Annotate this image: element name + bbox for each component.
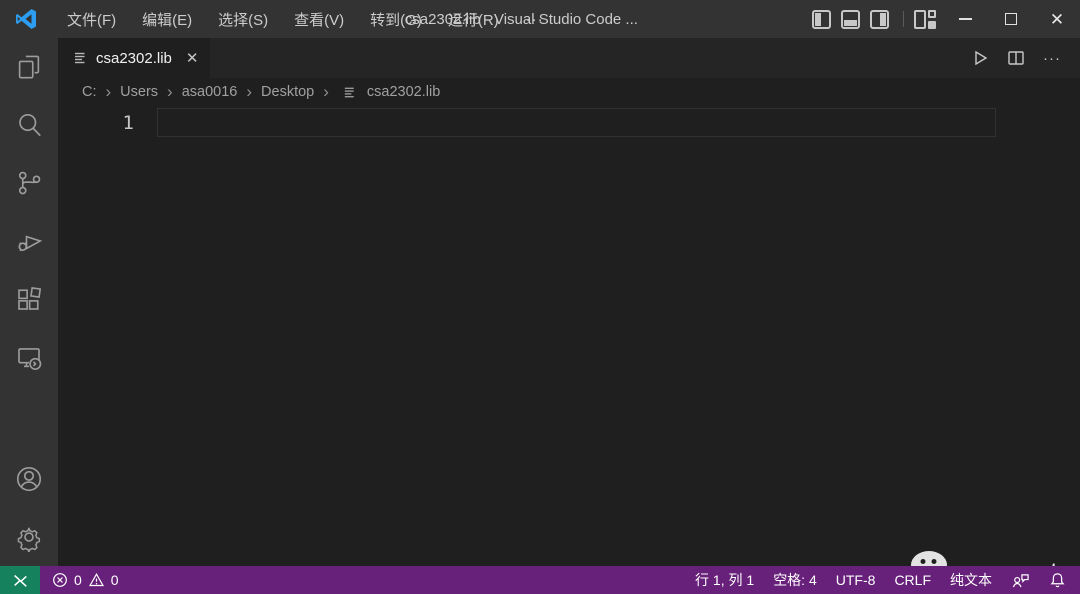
current-line-highlight	[157, 108, 996, 137]
titlebar-separator	[903, 11, 904, 27]
editor-actions: ···	[966, 38, 1080, 78]
toggle-secondary-sidebar-icon[interactable]	[870, 10, 889, 29]
encoding-status[interactable]: UTF-8	[836, 572, 876, 588]
editor-region: csa2302.lib ✕ ··· C: › Users › asa0016 ›…	[58, 38, 1080, 566]
close-button[interactable]: ✕	[1034, 0, 1080, 38]
run-file-icon[interactable]	[966, 44, 994, 72]
vscode-logo-icon	[14, 7, 38, 31]
breadcrumb-desktop[interactable]: Desktop	[259, 84, 316, 100]
editor-content[interactable]: 1	[58, 106, 1080, 566]
activity-bar	[0, 38, 58, 566]
split-editor-icon[interactable]	[1002, 44, 1030, 72]
toggle-primary-sidebar-icon[interactable]	[812, 10, 831, 29]
status-bar-right: 行 1, 列 1 空格: 4 UTF-8 CRLF 纯文本	[695, 570, 1080, 590]
vscode-window: 文件(F) 编辑(E) 选择(S) 查看(V) 转到(G) 运行(R) ··· …	[0, 0, 1080, 594]
notifications-bell-icon[interactable]	[1049, 571, 1066, 589]
errors-count: 0	[74, 572, 82, 588]
remote-explorer-icon[interactable]	[0, 328, 58, 386]
minimize-icon	[959, 18, 972, 20]
title-bar: 文件(F) 编辑(E) 选择(S) 查看(V) 转到(G) 运行(R) ··· …	[0, 0, 1080, 38]
titlebar-controls: ✕	[812, 0, 1080, 38]
breadcrumb-users[interactable]: Users	[118, 84, 160, 100]
breadcrumb-separator: ›	[164, 83, 176, 102]
explorer-icon[interactable]	[0, 38, 58, 96]
menu-file[interactable]: 文件(F)	[54, 0, 129, 38]
maximize-button[interactable]	[988, 0, 1034, 38]
remote-indicator[interactable]	[0, 566, 40, 594]
breadcrumb-separator: ›	[320, 83, 332, 102]
menu-view[interactable]: 查看(V)	[281, 0, 357, 38]
feedback-icon[interactable]	[1011, 572, 1030, 589]
status-bar: 0 0 行 1, 列 1 空格: 4 UTF-8 CRLF 纯文本	[0, 566, 1080, 594]
maximize-icon	[1005, 13, 1017, 25]
search-icon[interactable]	[0, 96, 58, 154]
breadcrumb-asa0016[interactable]: asa0016	[180, 84, 240, 100]
extensions-icon[interactable]	[0, 270, 58, 328]
breadcrumbs: C: › Users › asa0016 › Desktop › csa2302…	[58, 78, 1080, 106]
tab-close-icon[interactable]: ✕	[186, 49, 199, 67]
breadcrumb-filename[interactable]: csa2302.lib	[365, 84, 442, 100]
breadcrumb-file-icon	[342, 85, 357, 100]
tab-csa2302-lib[interactable]: csa2302.lib ✕	[58, 38, 210, 78]
breadcrumb-separator: ›	[103, 83, 115, 102]
layout-toggles	[812, 10, 889, 29]
warnings-count: 0	[111, 572, 119, 588]
breadcrumb-separator: ›	[243, 83, 255, 102]
menu-selection[interactable]: 选择(S)	[205, 0, 281, 38]
indentation-status[interactable]: 空格: 4	[773, 570, 817, 590]
source-control-icon[interactable]	[0, 154, 58, 212]
accounts-icon[interactable]	[0, 450, 58, 508]
menu-edit[interactable]: 编辑(E)	[129, 0, 205, 38]
warnings-icon	[88, 572, 105, 588]
close-icon: ✕	[1050, 11, 1064, 28]
activity-bar-bottom	[0, 450, 58, 566]
cursor-position-status[interactable]: 行 1, 列 1	[695, 570, 754, 590]
tab-label: csa2302.lib	[96, 50, 172, 67]
language-mode-status[interactable]: 纯文本	[950, 570, 992, 590]
activity-bar-top	[0, 38, 58, 386]
window-title: csa2302.lib - Visual Studio Code ...	[405, 0, 638, 38]
tab-bar: csa2302.lib ✕ ···	[58, 38, 1080, 78]
settings-gear-icon[interactable]	[0, 508, 58, 566]
customize-layout-icon[interactable]	[914, 10, 936, 29]
file-icon	[72, 50, 88, 66]
remote-icon	[11, 571, 29, 589]
more-actions-icon[interactable]: ···	[1038, 44, 1066, 72]
problems-status[interactable]: 0 0	[52, 572, 119, 588]
toggle-panel-icon[interactable]	[841, 10, 860, 29]
minimize-button[interactable]	[942, 0, 988, 38]
line-number: 1	[58, 109, 134, 138]
errors-icon	[52, 572, 68, 588]
breadcrumb-drive[interactable]: C:	[80, 84, 99, 100]
run-and-debug-icon[interactable]	[0, 212, 58, 270]
eol-status[interactable]: CRLF	[894, 572, 931, 588]
